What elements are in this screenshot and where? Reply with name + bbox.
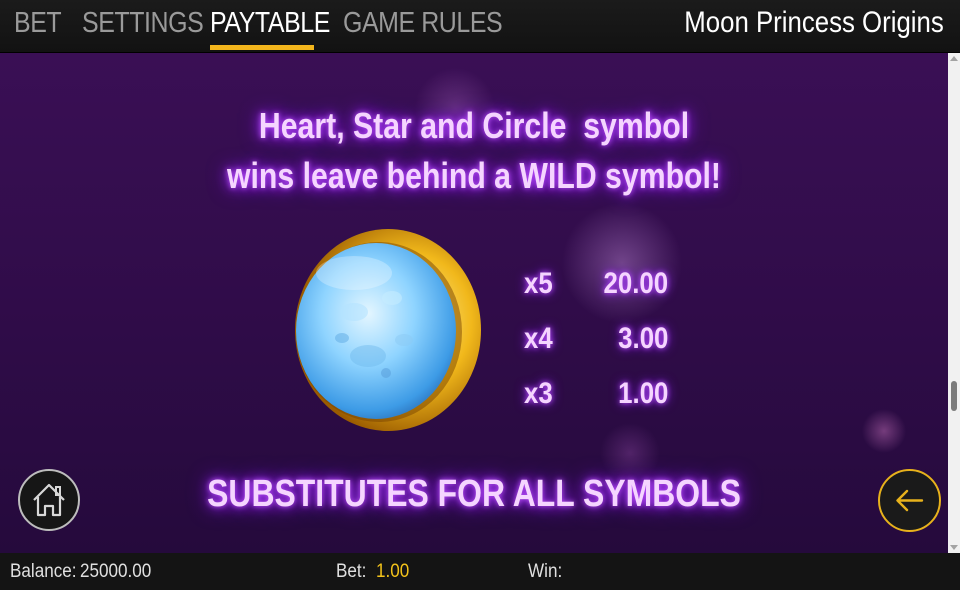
payout-row-x3: x3 1.00 [520,377,680,417]
payout-value: 1.00 [617,377,668,410]
wild-rule-line-1: Heart, Star and Circle symbol [258,105,690,146]
moon-orb-icon [295,229,481,431]
tab-bet[interactable]: BET [14,6,62,46]
substitutes-note: SUBSTITUTES FOR ALL SYMBOLS [207,473,741,515]
payout-row-x5: x5 20.00 [520,267,680,307]
home-icon [33,483,65,517]
balance-label: Balance: [10,561,77,582]
payout-multiplier: x5 [524,267,553,300]
paytable-content: Heart, Star and Circle symbol wins leave… [0,53,948,553]
top-navigation-bar: BET SETTINGS PAYTABLE GAME RULES Moon Pr… [0,0,960,53]
back-button[interactable] [878,469,941,532]
scroll-down-arrow-icon[interactable] [950,545,958,550]
scroll-up-arrow-icon[interactable] [950,56,958,61]
scrollbar-thumb[interactable] [951,381,957,411]
bet-label: Bet: [336,561,367,582]
payout-multiplier: x4 [524,322,553,355]
payout-value: 20.00 [603,267,668,300]
active-tab-indicator [210,45,314,50]
tab-game-rules[interactable]: GAME RULES [343,6,503,46]
bet-value: 1.00 [376,561,410,582]
game-title: Moon Princess Origins [684,6,944,39]
win-label: Win: [528,561,563,582]
payout-multiplier: x3 [524,377,553,410]
payout-row-x4: x4 3.00 [520,322,680,362]
tab-paytable[interactable]: PAYTABLE [210,6,330,46]
balance-value: 25000.00 [80,561,152,582]
status-bar: Balance: 25000.00 Bet: 1.00 Win: [0,553,960,590]
home-button[interactable] [18,469,80,531]
arrow-left-icon [896,489,924,512]
wild-rule-line-2: wins leave behind a WILD symbol! [226,155,722,196]
vertical-scrollbar[interactable] [948,53,960,553]
tab-settings[interactable]: SETTINGS [82,6,204,46]
payout-value: 3.00 [617,322,668,355]
